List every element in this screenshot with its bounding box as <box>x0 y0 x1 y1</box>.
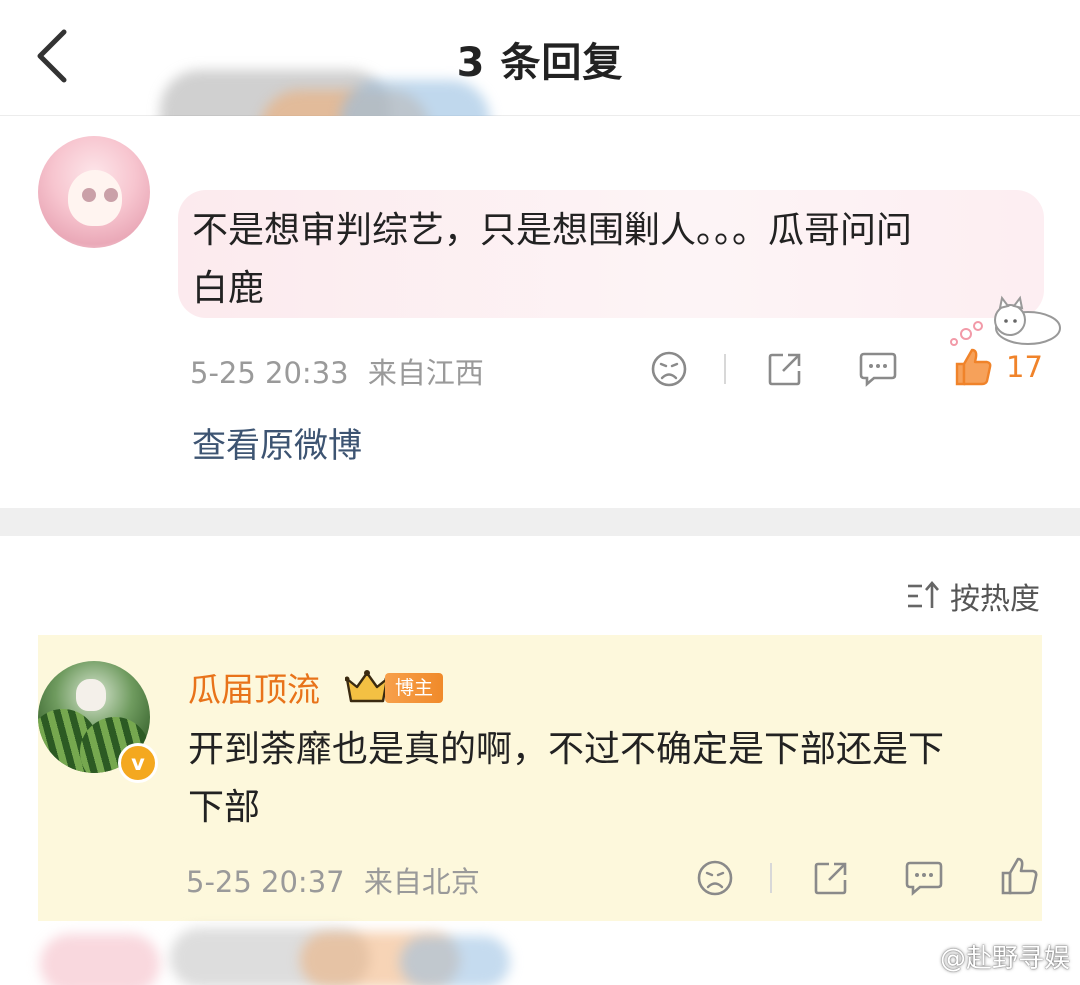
like-icon[interactable] <box>998 855 1040 897</box>
page: 3 条回复 不是想审判综艺，只是想围剿人。。。瓜哥问问 白鹿 5-25 20:3 <box>0 0 1080 985</box>
reply-item: v 瓜届顶流 博主 开到荼靡也是真的啊，不过不确定是下部还是下 下部 5-25 … <box>38 635 1042 921</box>
dislike-icon[interactable] <box>696 859 734 897</box>
weibo-logo-icon <box>900 945 933 971</box>
like-icon[interactable] <box>952 346 994 388</box>
verified-badge: v <box>118 743 158 783</box>
divider <box>724 354 726 384</box>
share-icon[interactable] <box>766 350 804 388</box>
sort-icon <box>908 581 939 608</box>
watermark-text: @赴野寻娱 <box>939 944 1070 974</box>
cat-sticker-icon <box>950 295 1061 346</box>
page-title: 3 条回复 <box>456 40 624 86</box>
redaction-scribble <box>40 934 160 985</box>
comment-icon[interactable] <box>858 350 898 388</box>
reply-meta: 5-25 20:37 来自北京 <box>186 859 480 901</box>
share-icon[interactable] <box>812 859 850 897</box>
comment-text-line: 白鹿 <box>192 268 265 309</box>
crown-icon <box>345 670 389 703</box>
timestamp: 5-25 20:37 <box>186 865 345 899</box>
watermark: @赴野寻娱 <box>900 938 1070 975</box>
dislike-icon[interactable] <box>650 350 688 388</box>
comment-meta: 5-25 20:33 来自江西 <box>190 350 484 392</box>
reply-author-name[interactable]: 瓜届顶流 <box>188 663 320 711</box>
redaction-scribble <box>400 936 510 985</box>
comment-icon[interactable] <box>904 859 944 897</box>
sort-button[interactable]: 按热度 <box>906 576 1040 617</box>
blogger-badge: 博主 <box>385 673 444 703</box>
avatar[interactable] <box>38 136 150 248</box>
location: 来自江西 <box>367 356 484 390</box>
view-original-link[interactable]: 查看原微博 <box>192 418 362 467</box>
comment-text-line: 不是想审判综艺，只是想围剿人。。。瓜哥问问 <box>192 210 913 251</box>
reply-text-line: 开到荼靡也是真的啊，不过不确定是下部还是下 <box>188 729 945 770</box>
timestamp: 5-25 20:33 <box>190 356 349 390</box>
section-divider <box>0 508 1080 536</box>
sort-label: 按热度 <box>950 582 1040 617</box>
original-comment: 不是想审判综艺，只是想围剿人。。。瓜哥问问 白鹿 5-25 20:33 来自江西 <box>0 116 1080 508</box>
reply-text-line: 下部 <box>188 787 261 828</box>
location: 来自北京 <box>363 865 480 899</box>
divider <box>770 863 772 893</box>
like-count: 17 <box>1006 350 1043 384</box>
replies-section: 按热度 v 瓜届顶流 博主 开到荼靡也是真的啊，不过不确定是下部还是下 下部 5… <box>0 536 1080 985</box>
